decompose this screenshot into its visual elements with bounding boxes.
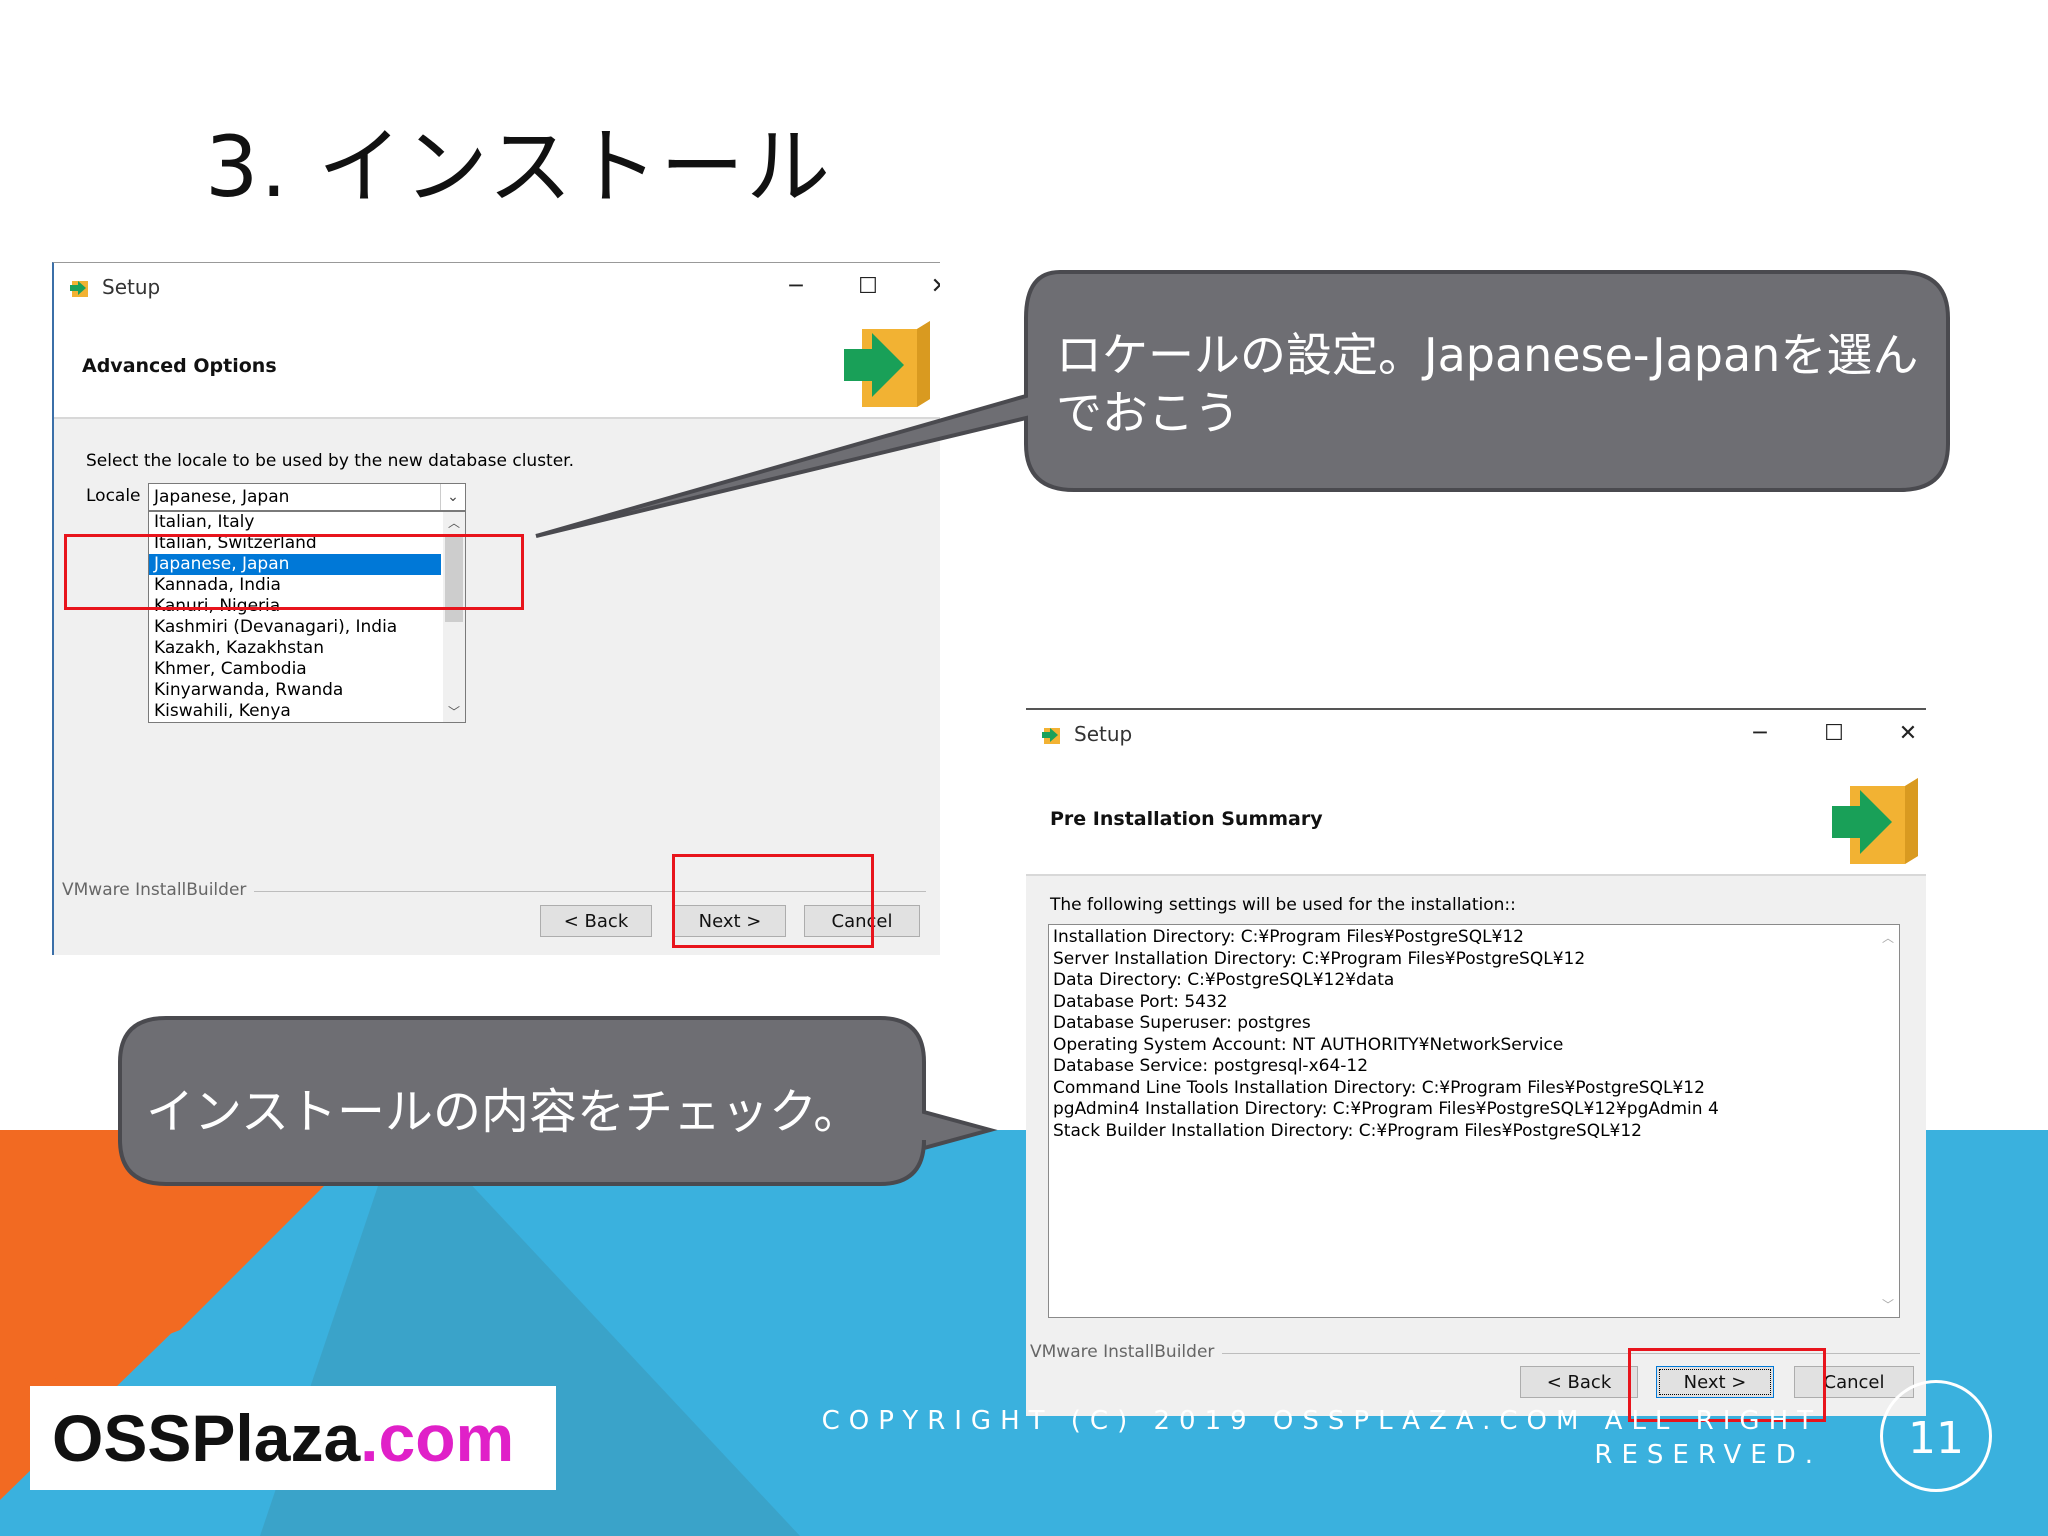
- locale-dropdown[interactable]: Japanese, Japan ⌄: [148, 483, 466, 511]
- locale-option[interactable]: Kazakh, Kazakhstan: [149, 638, 441, 659]
- callout-top-line2: でおこう: [1056, 386, 1240, 440]
- locale-instruction: Select the locale to be used by the new …: [86, 451, 575, 471]
- locale-selected-value: Japanese, Japan: [154, 487, 290, 507]
- pre-installation-summary-dialog: Setup ─ ☐ ✕ Pre Installation Summary The…: [1026, 708, 1926, 1416]
- scroll-down-icon[interactable]: ﹀: [445, 703, 463, 720]
- window-title: Setup: [102, 275, 161, 299]
- summary-line: Server Installation Directory: C:¥Progra…: [1053, 948, 1586, 969]
- summary-textarea[interactable]: Installation Directory: C:¥Program Files…: [1048, 924, 1900, 1318]
- copyright-line2: RESERVED.: [1594, 1440, 1822, 1470]
- window-title: Setup: [1074, 722, 1133, 746]
- ossplaza-logo: OSSPlaza.com: [30, 1386, 556, 1490]
- highlight-next-button-1: [672, 854, 874, 948]
- page-number: 11: [1880, 1380, 1992, 1492]
- setup-app-icon: [1042, 728, 1060, 744]
- copyright-line1: COPYRIGHT (C) 2019 OSSPLAZA.COM ALL RIGH…: [821, 1406, 1822, 1436]
- locale-option[interactable]: Kashmiri (Devanagari), India: [149, 617, 441, 638]
- logo-suffix: .com: [360, 1401, 515, 1475]
- locale-option[interactable]: Khmer, Cambodia: [149, 659, 441, 680]
- scroll-down-icon[interactable]: ﹀: [1879, 1296, 1897, 1313]
- maximize-button[interactable]: ☐: [1814, 716, 1854, 752]
- installer-box-icon: [1832, 778, 1918, 864]
- back-button[interactable]: < Back: [540, 905, 652, 937]
- locale-label: Locale: [86, 486, 141, 506]
- summary-line: Database Port: 5432: [1053, 991, 1228, 1012]
- maximize-button[interactable]: ☐: [848, 269, 888, 305]
- slide-title: 3. インストール: [205, 118, 833, 216]
- summary-line: pgAdmin4 Installation Directory: C:¥Prog…: [1053, 1099, 1719, 1119]
- callout-top-line1: ロケールの設定。Japanese-Japanを選ん: [1056, 328, 1919, 382]
- chevron-down-icon[interactable]: ⌄: [440, 484, 465, 510]
- title-bar: Setup ─ ☐ ✕: [54, 263, 940, 313]
- callout-top-text: ロケールの設定。Japanese-Japanを選ん でおこう: [1056, 326, 1918, 442]
- scroll-up-icon[interactable]: ︿: [1879, 929, 1897, 946]
- setup-app-icon: [70, 281, 88, 297]
- summary-line: Installation Directory: C:¥Program Files…: [1053, 927, 1524, 947]
- callout-bottom-text: インストールの内容をチェック。: [146, 1084, 862, 1140]
- vmware-installbuilder-label: VMware InstallBuilder: [1030, 1342, 1223, 1362]
- dialog-header: Advanced Options: [54, 313, 940, 419]
- locale-option[interactable]: Kinyarwanda, Rwanda: [149, 680, 441, 701]
- page-heading: Pre Installation Summary: [1050, 808, 1323, 830]
- title-bar: Setup ─ ☐ ✕: [1026, 710, 1926, 760]
- highlight-japanese-locale: [64, 534, 524, 610]
- dialog-header: Pre Installation Summary: [1026, 760, 1926, 876]
- summary-line: Operating System Account: NT AUTHORITY¥N…: [1053, 1034, 1564, 1055]
- locale-option[interactable]: Italian, Italy: [149, 512, 441, 533]
- summary-line: Database Superuser: postgres: [1053, 1013, 1311, 1033]
- back-button[interactable]: < Back: [1520, 1366, 1638, 1398]
- logo-text: OSSPlaza.com: [52, 1400, 514, 1476]
- summary-line: Data Directory: C:¥PostgreSQL¥12¥data: [1053, 970, 1395, 990]
- close-button[interactable]: ✕: [1888, 716, 1926, 752]
- vmware-installbuilder-label: VMware InstallBuilder: [62, 880, 255, 900]
- close-button[interactable]: ✕: [920, 269, 940, 305]
- minimize-button[interactable]: ─: [776, 269, 816, 305]
- summary-line: Command Line Tools Installation Director…: [1053, 1077, 1705, 1098]
- summary-line: Database Service: postgresql-x64-12: [1053, 1056, 1369, 1076]
- summary-line: Stack Builder Installation Directory: C:…: [1053, 1120, 1642, 1141]
- installer-box-icon: [844, 321, 930, 407]
- scroll-up-icon[interactable]: ︿: [445, 514, 463, 531]
- logo-main: OSSPlaza: [52, 1401, 361, 1475]
- locale-option[interactable]: Kiswahili, Kenya: [149, 701, 441, 722]
- minimize-button[interactable]: ─: [1740, 716, 1780, 752]
- page-heading: Advanced Options: [82, 355, 277, 377]
- summary-instruction: The following settings will be used for …: [1050, 895, 1516, 915]
